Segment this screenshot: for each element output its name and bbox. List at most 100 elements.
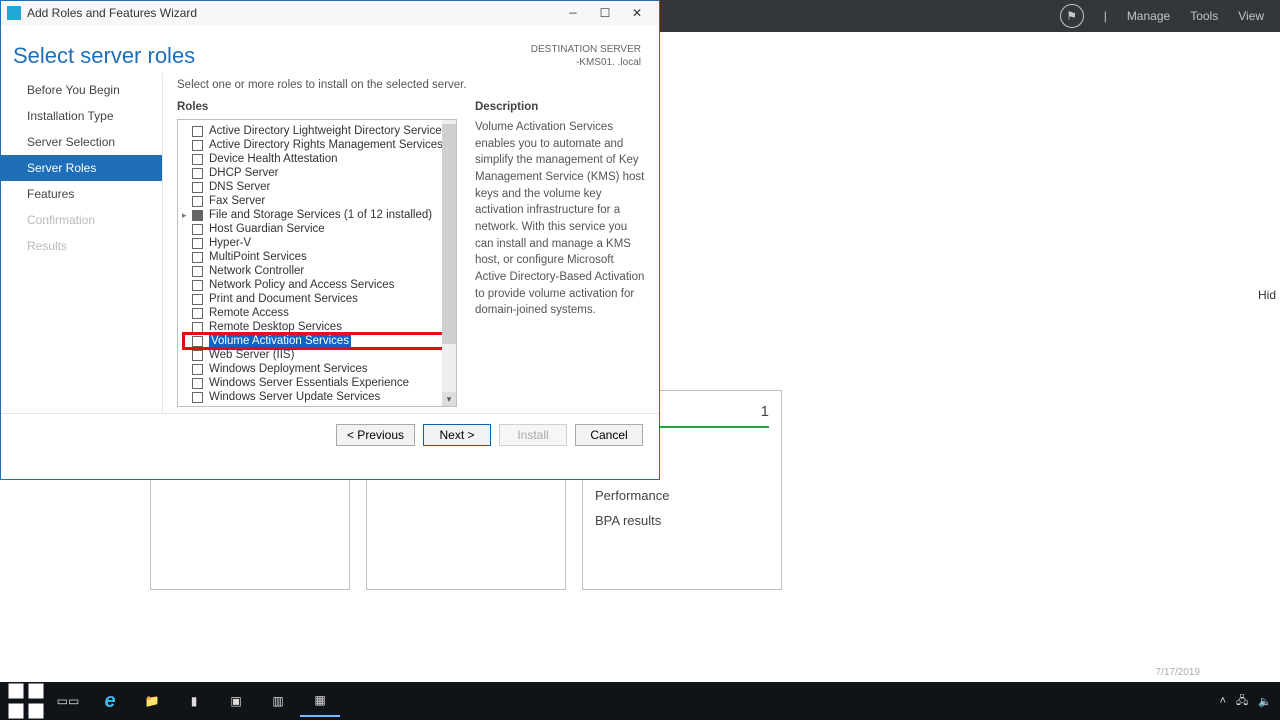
hide-link[interactable]: Hid bbox=[1258, 288, 1276, 302]
role-item[interactable]: Windows Server Update Services bbox=[184, 390, 454, 404]
role-item[interactable]: DHCP Server bbox=[184, 166, 454, 180]
server-manager-icon[interactable]: ▦ bbox=[300, 685, 340, 717]
role-checkbox[interactable] bbox=[192, 392, 203, 403]
tray-chevron-icon[interactable]: ˄ bbox=[1220, 695, 1226, 707]
network-icon[interactable]: 🖧 bbox=[1236, 692, 1248, 711]
role-checkbox[interactable] bbox=[192, 252, 203, 263]
role-item[interactable]: Active Directory Rights Management Servi… bbox=[184, 138, 454, 152]
ie-icon[interactable]: e bbox=[90, 685, 130, 717]
role-label: DHCP Server bbox=[209, 167, 278, 179]
role-label: Hyper-V bbox=[209, 237, 251, 249]
role-label: Fax Server bbox=[209, 195, 265, 207]
volume-icon[interactable]: 🔈 bbox=[1258, 695, 1272, 708]
start-button[interactable] bbox=[6, 685, 46, 717]
taskbar[interactable]: ▭▭ e 📁 ▮ ▣ ▥ ▦ ˄ 🖧 🔈 bbox=[0, 682, 1280, 720]
wizard-steps: Before You BeginInstallation TypeServer … bbox=[1, 73, 163, 413]
role-label: File and Storage Services (1 of 12 insta… bbox=[209, 209, 432, 221]
menu-tools[interactable]: Tools bbox=[1190, 9, 1218, 23]
role-item[interactable]: Volume Activation Services bbox=[184, 334, 454, 348]
role-label: Remote Access bbox=[209, 307, 289, 319]
role-checkbox[interactable] bbox=[192, 266, 203, 277]
expand-icon[interactable]: ▸ bbox=[182, 210, 187, 221]
wizard-step: Results bbox=[1, 233, 162, 259]
role-item[interactable]: Remote Desktop Services bbox=[184, 320, 454, 334]
role-checkbox[interactable] bbox=[192, 378, 203, 389]
explorer-icon[interactable]: 📁 bbox=[132, 685, 172, 717]
cancel-button[interactable]: Cancel bbox=[575, 424, 643, 446]
install-button: Install bbox=[499, 424, 567, 446]
roles-listbox[interactable]: Active Directory Lightweight Directory S… bbox=[177, 119, 457, 407]
destination-server: -KMS01. .local bbox=[531, 56, 641, 69]
role-item[interactable]: Remote Access bbox=[184, 306, 454, 320]
role-item[interactable]: MultiPoint Services bbox=[184, 250, 454, 264]
scrollbar-down-icon[interactable]: ▾ bbox=[442, 392, 456, 406]
tile-line: Performance bbox=[595, 488, 769, 503]
role-checkbox[interactable] bbox=[192, 224, 203, 235]
role-item[interactable]: DNS Server bbox=[184, 180, 454, 194]
close-button[interactable]: ✕ bbox=[621, 3, 653, 23]
role-item[interactable]: Device Health Attestation bbox=[184, 152, 454, 166]
next-button[interactable]: Next > bbox=[423, 424, 491, 446]
wizard-step[interactable]: Before You Begin bbox=[1, 77, 162, 103]
role-checkbox[interactable] bbox=[192, 140, 203, 151]
role-item[interactable]: Windows Deployment Services bbox=[184, 362, 454, 376]
role-checkbox[interactable] bbox=[192, 336, 203, 347]
description-header: Description bbox=[475, 101, 645, 113]
titlebar[interactable]: Add Roles and Features Wizard — ☐ ✕ bbox=[1, 1, 659, 25]
role-checkbox[interactable] bbox=[192, 196, 203, 207]
role-label: Network Controller bbox=[209, 265, 304, 277]
role-label: Remote Desktop Services bbox=[209, 321, 342, 333]
role-item[interactable]: Fax Server bbox=[184, 194, 454, 208]
role-checkbox[interactable] bbox=[192, 154, 203, 165]
destination-label: DESTINATION SERVER bbox=[531, 43, 641, 56]
cmd-icon[interactable]: ▣ bbox=[216, 685, 256, 717]
taskview-icon[interactable]: ▭▭ bbox=[48, 685, 88, 717]
role-checkbox[interactable] bbox=[192, 280, 203, 291]
scrollbar-thumb[interactable] bbox=[442, 124, 456, 344]
app-icon[interactable]: ▮ bbox=[174, 685, 214, 717]
notification-flag-icon[interactable]: ⚑ bbox=[1060, 4, 1084, 28]
role-label: Print and Document Services bbox=[209, 293, 358, 305]
app-icon[interactable]: ▥ bbox=[258, 685, 298, 717]
wizard-step[interactable]: Features bbox=[1, 181, 162, 207]
role-checkbox[interactable] bbox=[192, 308, 203, 319]
role-checkbox[interactable] bbox=[192, 238, 203, 249]
role-label: Windows Server Essentials Experience bbox=[209, 377, 409, 389]
role-item[interactable]: Windows Server Essentials Experience bbox=[184, 376, 454, 390]
role-checkbox[interactable] bbox=[192, 210, 203, 221]
taskbar-date: 7/17/2019 bbox=[1156, 667, 1201, 678]
role-checkbox[interactable] bbox=[192, 364, 203, 375]
role-item[interactable]: Network Controller bbox=[184, 264, 454, 278]
role-label: Network Policy and Access Services bbox=[209, 279, 394, 291]
wizard-step[interactable]: Server Roles bbox=[1, 155, 162, 181]
role-checkbox[interactable] bbox=[192, 322, 203, 333]
system-tray[interactable]: ˄ 🖧 🔈 bbox=[1220, 682, 1272, 720]
menu-view[interactable]: View bbox=[1238, 9, 1264, 23]
wizard-step[interactable]: Installation Type bbox=[1, 103, 162, 129]
role-checkbox[interactable] bbox=[192, 126, 203, 137]
role-checkbox[interactable] bbox=[192, 182, 203, 193]
role-label: Host Guardian Service bbox=[209, 223, 325, 235]
previous-button[interactable]: < Previous bbox=[336, 424, 415, 446]
role-checkbox[interactable] bbox=[192, 294, 203, 305]
menu-manage[interactable]: Manage bbox=[1127, 9, 1170, 23]
role-item[interactable]: Hyper-V bbox=[184, 236, 454, 250]
role-item[interactable]: Host Guardian Service bbox=[184, 222, 454, 236]
instruction-text: Select one or more roles to install on t… bbox=[177, 79, 645, 91]
role-label: Windows Deployment Services bbox=[209, 363, 368, 375]
role-label: Web Server (IIS) bbox=[209, 349, 294, 361]
add-roles-wizard-window: Add Roles and Features Wizard — ☐ ✕ Sele… bbox=[0, 0, 660, 480]
role-item[interactable]: Print and Document Services bbox=[184, 292, 454, 306]
tile-line: BPA results bbox=[595, 513, 769, 528]
role-checkbox[interactable] bbox=[192, 350, 203, 361]
role-item[interactable]: ▸ File and Storage Services (1 of 12 inst… bbox=[184, 208, 454, 222]
role-label: Active Directory Lightweight Directory S… bbox=[209, 125, 447, 137]
role-checkbox[interactable] bbox=[192, 168, 203, 179]
maximize-button[interactable]: ☐ bbox=[589, 3, 621, 23]
role-item[interactable]: Network Policy and Access Services bbox=[184, 278, 454, 292]
role-item[interactable]: Web Server (IIS) bbox=[184, 348, 454, 362]
minimize-button[interactable]: — bbox=[557, 3, 589, 23]
tile-count: 1 bbox=[761, 403, 769, 420]
wizard-step[interactable]: Server Selection bbox=[1, 129, 162, 155]
role-item[interactable]: Active Directory Lightweight Directory S… bbox=[184, 124, 454, 138]
